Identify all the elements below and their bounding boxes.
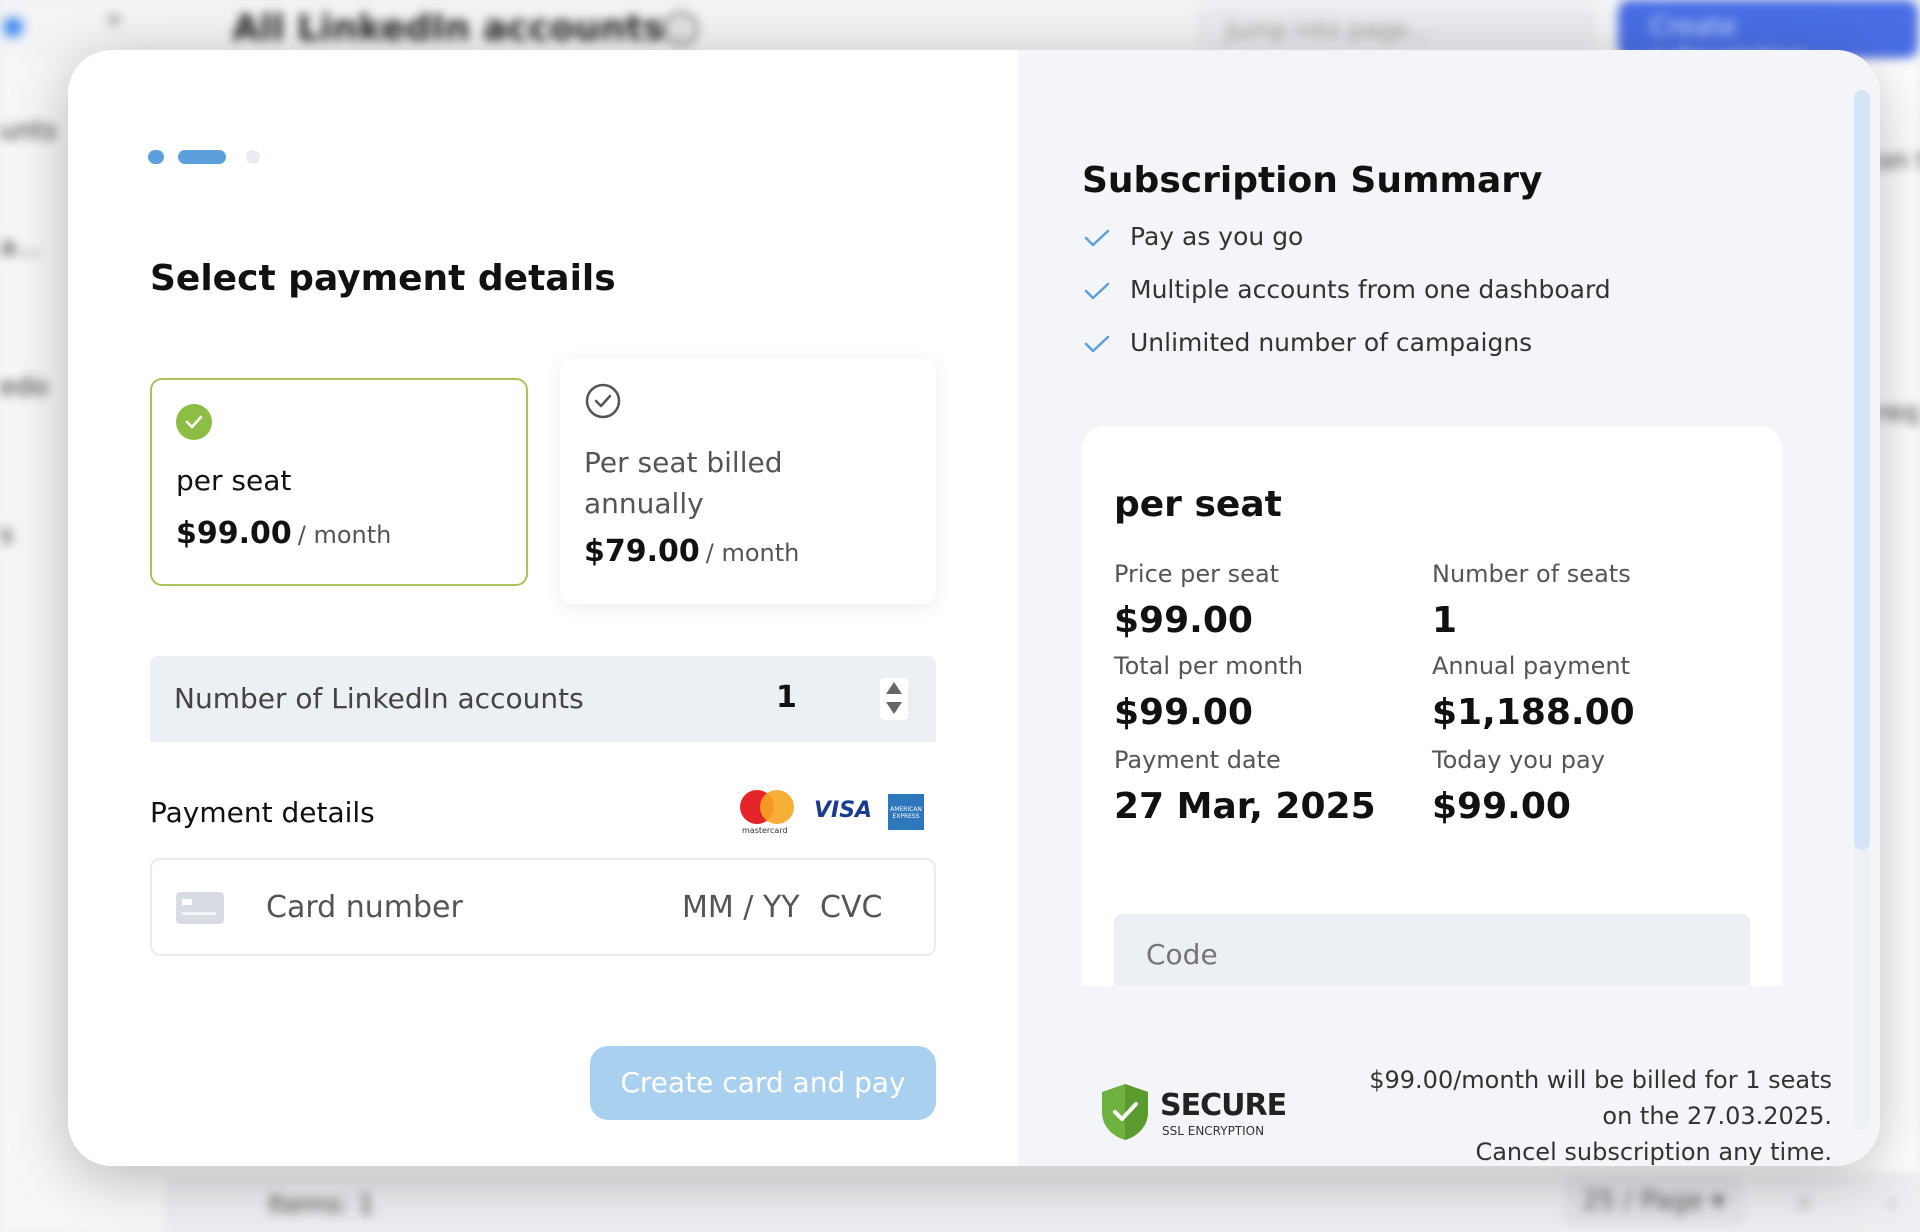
next-page-icon: ‹ xyxy=(1886,1188,1897,1218)
check-circle-icon xyxy=(176,404,212,440)
price-per-seat-value: $99.00 xyxy=(1114,600,1253,641)
shield-check-icon xyxy=(1102,1084,1148,1140)
summary-plan-name: per seat xyxy=(1114,484,1282,525)
background-page-title: All LinkedIn accounts xyxy=(232,8,665,49)
payment-date-value: 27 Mar, 2025 xyxy=(1114,786,1376,827)
stepper-spinner xyxy=(880,678,908,720)
visa-logo-icon: VISA xyxy=(814,798,873,823)
payment-details-label: Payment details xyxy=(150,796,375,829)
sidebar-item: edo xyxy=(0,372,49,402)
stepper-value[interactable]: 1 xyxy=(776,680,797,715)
page-size-value: 25 / Page xyxy=(1582,1186,1704,1216)
step-dot-2-active xyxy=(178,150,226,164)
today-you-pay-value: $99.00 xyxy=(1432,786,1571,827)
plan-option-annual[interactable]: Per seat billed annually $79.00/ month xyxy=(560,358,936,604)
decrement-arrow-icon[interactable] xyxy=(886,702,902,714)
subscription-summary-pane: Subscription Summary Pay as you go Multi… xyxy=(1018,50,1880,1166)
background-fragment: req xyxy=(1876,398,1919,428)
checkmark-icon xyxy=(1084,335,1110,353)
plan-name: per seat xyxy=(176,464,292,497)
number-of-seats-value: 1 xyxy=(1432,600,1458,641)
plan-price-period: / month xyxy=(297,521,392,549)
today-you-pay-label: Today you pay xyxy=(1432,746,1605,774)
step-dot-1 xyxy=(148,150,164,164)
billing-note-line: Cancel subscription any time. xyxy=(1475,1138,1832,1166)
promo-code-input[interactable] xyxy=(1114,914,1750,986)
jump-search-input: Jump into page... xyxy=(1196,6,1596,52)
info-icon: i xyxy=(664,12,698,46)
create-card-and-pay-button[interactable]: Create card and pay xyxy=(590,1046,936,1120)
feature-item: Unlimited number of campaigns xyxy=(1082,328,1532,357)
scrollbar-thumb[interactable] xyxy=(1854,90,1870,850)
summary-title: Subscription Summary xyxy=(1082,160,1543,201)
payment-date-label: Payment date xyxy=(1114,746,1281,774)
increment-arrow-icon[interactable] xyxy=(886,682,902,694)
secure-title: SECURE xyxy=(1160,1088,1287,1123)
collapse-sidebar-icon: « xyxy=(106,4,122,34)
sidebar-item: a... xyxy=(0,232,41,262)
app-logo-icon: ◉ xyxy=(0,8,27,43)
credit-card-icon xyxy=(176,892,224,924)
linkedin-accounts-stepper[interactable]: Number of LinkedIn accounts 1 xyxy=(150,656,936,742)
annual-payment-label: Annual payment xyxy=(1432,652,1630,680)
feature-label: Multiple accounts from one dashboard xyxy=(1130,275,1611,304)
plan-price-period: / month xyxy=(705,539,800,567)
plan-price-amount: $79.00 xyxy=(584,534,700,569)
items-count: Items: 1 xyxy=(268,1190,375,1220)
plan-name: Per seat billed annually xyxy=(584,446,783,520)
number-of-seats-label: Number of seats xyxy=(1432,560,1631,588)
feature-item: Multiple accounts from one dashboard xyxy=(1082,275,1611,304)
billing-note: $99.00/month will be billed for 1 seats … xyxy=(1332,1062,1832,1166)
total-per-month-label: Total per month xyxy=(1114,652,1304,680)
card-number-input[interactable]: Card number xyxy=(266,890,463,925)
billing-note-line: $99.00/month will be billed for 1 seats xyxy=(1369,1066,1832,1094)
background-fragment: on t xyxy=(1876,146,1920,176)
checkmark-icon xyxy=(1084,282,1110,300)
expiry-input[interactable]: MM / YY xyxy=(682,890,800,925)
plan-price: $99.00/ month xyxy=(176,516,391,551)
page-title: Select payment details xyxy=(150,258,616,299)
mastercard-circle-orange xyxy=(760,790,794,824)
total-per-month-value: $99.00 xyxy=(1114,692,1253,733)
sidebar-item: unts xyxy=(0,116,57,146)
plan-price: $79.00/ month xyxy=(584,534,799,569)
billing-note-line: on the 27.03.2025. xyxy=(1602,1102,1832,1130)
check-circle-outline-icon xyxy=(585,383,621,419)
secure-subtitle: SSL ENCRYPTION xyxy=(1162,1124,1265,1138)
cvc-input[interactable]: CVC xyxy=(820,890,882,925)
mastercard-wordmark: mastercard xyxy=(742,826,788,835)
feature-label: Pay as you go xyxy=(1130,222,1304,251)
annual-payment-value: $1,188.00 xyxy=(1432,692,1635,733)
card-details-field[interactable]: Card number MM / YY CVC xyxy=(150,858,936,956)
summary-scrollbar[interactable] xyxy=(1854,90,1870,1130)
page-size-select: 25 / Page ▾ xyxy=(1564,1176,1744,1226)
plan-price-amount: $99.00 xyxy=(176,516,292,551)
price-per-seat-label: Price per seat xyxy=(1114,560,1280,588)
feature-label: Unlimited number of campaigns xyxy=(1130,328,1533,357)
plan-option-per-seat[interactable]: per seat $99.00/ month xyxy=(150,378,528,586)
plan-summary-card: per seat Price per seat $99.00 Number of… xyxy=(1082,426,1782,986)
feature-item: Pay as you go xyxy=(1082,222,1303,251)
checkmark-icon xyxy=(1084,229,1110,247)
sidebar-item: s xyxy=(0,520,14,550)
subscription-modal: Select payment details per seat $99.00/ … xyxy=(68,50,1880,1166)
prev-page-icon: « xyxy=(1796,1188,1812,1218)
payment-details-pane: Select payment details per seat $99.00/ … xyxy=(68,50,1018,1166)
ssl-secure-badge: SECURE SSL ENCRYPTION xyxy=(1098,1078,1287,1148)
stepper-label: Number of LinkedIn accounts xyxy=(174,682,584,715)
step-dot-3 xyxy=(246,150,260,164)
mastercard-logo-icon: mastercard xyxy=(740,790,796,838)
amex-logo-icon: AMERICAN EXPRESS xyxy=(888,794,924,830)
